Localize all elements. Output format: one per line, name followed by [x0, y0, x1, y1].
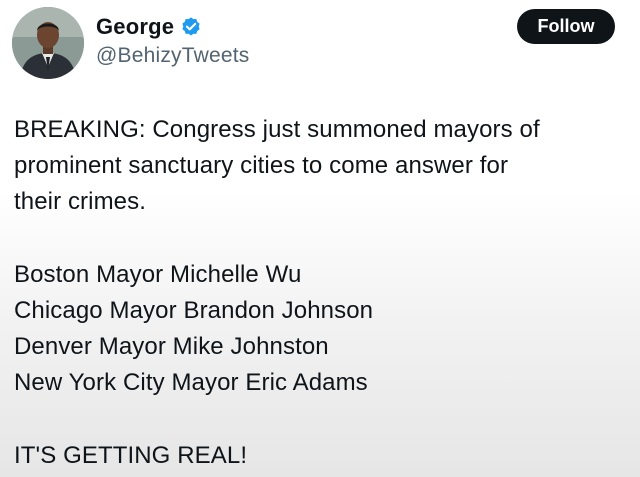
author-block: George @BehizyTweets	[96, 12, 249, 68]
mayor-line: Denver Mayor Mike Johnston	[14, 333, 329, 360]
tweet-headline-line: BREAKING: Congress just summoned mayors …	[14, 116, 540, 143]
tweet-text: BREAKING: Congress just summoned mayors …	[14, 112, 626, 474]
mayor-line: New York City Mayor Eric Adams	[14, 369, 368, 396]
author-display-name[interactable]: George	[96, 14, 174, 40]
avatar-image	[12, 7, 84, 79]
tweet-headline-line: prominent sanctuary cities to come answe…	[14, 152, 509, 179]
verified-badge-icon	[180, 16, 202, 38]
author-handle[interactable]: @BehizyTweets	[96, 44, 249, 68]
tweet-headline-line: their crimes.	[14, 188, 146, 215]
avatar[interactable]	[12, 7, 84, 79]
mayor-line: Boston Mayor Michelle Wu	[14, 261, 302, 288]
author-name-row: George	[96, 12, 249, 42]
tweet-closing-line: IT'S GETTING REAL!	[14, 442, 248, 469]
tweet-card: George @BehizyTweets Follow BREAKING: Co…	[0, 0, 640, 477]
mayor-line: Chicago Mayor Brandon Johnson	[14, 297, 374, 324]
follow-button[interactable]: Follow	[517, 9, 615, 44]
